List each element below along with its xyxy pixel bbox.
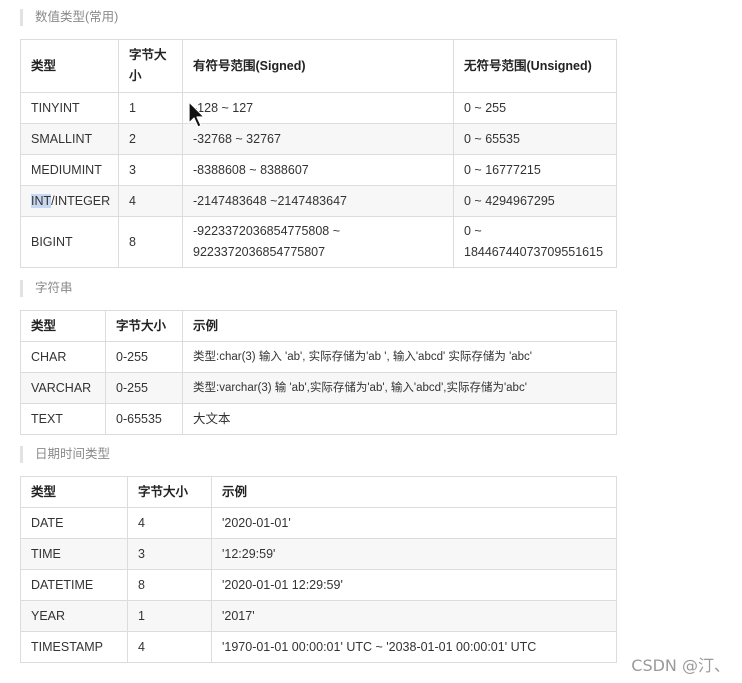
table-row: CHAR 0-255 类型:char(3) 输入 'ab', 实际存储为'ab …: [20, 341, 617, 373]
table-row: BIGINT 8 -9223372036854775808 ~922337203…: [20, 216, 617, 268]
header-bytes: 字节大小: [127, 476, 212, 508]
header-type: 类型: [20, 476, 128, 508]
table-header-row: 类型 字节大小 示例: [20, 310, 617, 342]
cell-bytes: 4: [118, 185, 183, 217]
cell-example: '2020-01-01': [211, 507, 617, 539]
cell-example: 大文本: [182, 403, 617, 435]
table-header-row: 类型 字节大小 示例: [20, 476, 617, 508]
section-title-datetime: 日期时间类型: [20, 446, 110, 463]
cell-example: 类型:char(3) 输入 'ab', 实际存储为'ab ', 输入'abcd'…: [182, 341, 617, 373]
cell-unsigned: 0 ~ 255: [453, 92, 617, 124]
datetime-types-table: 类型 字节大小 示例 DATE 4 '2020-01-01' TIME 3 '1…: [20, 476, 617, 663]
cell-signed: -9223372036854775808 ~922337203685477580…: [182, 216, 454, 268]
table-row: SMALLINT 2 -32768 ~ 32767 0 ~ 65535: [20, 123, 617, 155]
cell-bytes: 1: [118, 92, 183, 124]
cell-type: DATE: [20, 507, 128, 539]
cell-unsigned: 0 ~ 65535: [453, 123, 617, 155]
table-row: VARCHAR 0-255 类型:varchar(3) 输 'ab',实际存储为…: [20, 372, 617, 404]
cell-example: '2020-01-01 12:29:59': [211, 569, 617, 601]
cell-bytes: 4: [127, 631, 212, 663]
cell-example: '1970-01-01 00:00:01' UTC ~ '2038-01-01 …: [211, 631, 617, 663]
selected-text[interactable]: INT: [31, 193, 52, 208]
cell-type-int[interactable]: INT/INTEGER: [20, 185, 119, 217]
cell-bytes: 0-255: [105, 341, 183, 373]
cell-type: TINYINT: [20, 92, 119, 124]
table-header-row: 类型 字节大小 有符号范围(Signed) 无符号范围(Unsigned): [20, 39, 617, 93]
cell-type: BIGINT: [20, 216, 119, 268]
header-unsigned: 无符号范围(Unsigned): [453, 39, 617, 93]
cell-type: TIME: [20, 538, 128, 570]
header-type: 类型: [20, 39, 119, 93]
cell-bytes: 8: [127, 569, 212, 601]
cell-unsigned: 0 ~18446744073709551615: [453, 216, 617, 268]
cell-example: 类型:varchar(3) 输 'ab',实际存储为'ab', 输入'abcd'…: [182, 372, 617, 404]
cell-type: CHAR: [20, 341, 106, 373]
cell-example: '2017': [211, 600, 617, 632]
cell-type: DATETIME: [20, 569, 128, 601]
table-row: TEXT 0-65535 大文本: [20, 403, 617, 435]
cell-type: MEDIUMINT: [20, 154, 119, 186]
cell-bytes: 0-255: [105, 372, 183, 404]
header-example: 示例: [211, 476, 617, 508]
cell-bytes: 4: [127, 507, 212, 539]
numeric-types-table: 类型 字节大小 有符号范围(Signed) 无符号范围(Unsigned) TI…: [20, 39, 617, 268]
section-title-string: 字符串: [20, 280, 73, 297]
table-row: TIMESTAMP 4 '1970-01-01 00:00:01' UTC ~ …: [20, 631, 617, 663]
cell-type: TEXT: [20, 403, 106, 435]
cell-type: TIMESTAMP: [20, 631, 128, 663]
header-signed: 有符号范围(Signed): [182, 39, 454, 93]
cell-unsigned: 0 ~ 4294967295: [453, 185, 617, 217]
cell-type: VARCHAR: [20, 372, 106, 404]
section-title-numeric: 数值类型(常用): [20, 9, 118, 26]
table-row: MEDIUMINT 3 -8388608 ~ 8388607 0 ~ 16777…: [20, 154, 617, 186]
page: 数值类型(常用) 类型 字节大小 有符号范围(Signed) 无符号范围(Uns…: [0, 0, 742, 683]
table-row: TINYINT 1 -128 ~ 127 0 ~ 255: [20, 92, 617, 124]
cell-signed: -8388608 ~ 8388607: [182, 154, 454, 186]
header-example: 示例: [182, 310, 617, 342]
cell-bytes: 3: [118, 154, 183, 186]
cell-bytes: 3: [127, 538, 212, 570]
table-row: DATE 4 '2020-01-01': [20, 507, 617, 539]
cell-example: '12:29:59': [211, 538, 617, 570]
cell-type: YEAR: [20, 600, 128, 632]
cell-type: SMALLINT: [20, 123, 119, 155]
mouse-pointer-icon: [188, 101, 205, 128]
header-bytes: 字节大小: [118, 39, 183, 93]
cell-bytes: 1: [127, 600, 212, 632]
header-type: 类型: [20, 310, 106, 342]
header-bytes: 字节大小: [105, 310, 183, 342]
cell-signed: -128 ~ 127: [182, 92, 454, 124]
cell-bytes: 2: [118, 123, 183, 155]
string-types-table: 类型 字节大小 示例 CHAR 0-255 类型:char(3) 输入 'ab'…: [20, 310, 617, 435]
cell-unsigned: 0 ~ 16777215: [453, 154, 617, 186]
table-row: YEAR 1 '2017': [20, 600, 617, 632]
table-row: INT/INTEGER 4 -2147483648 ~2147483647 0 …: [20, 185, 617, 217]
cell-signed: -32768 ~ 32767: [182, 123, 454, 155]
cell-signed: -2147483648 ~2147483647: [182, 185, 454, 217]
watermark: CSDN @汀、: [631, 656, 730, 675]
table-row: DATETIME 8 '2020-01-01 12:29:59': [20, 569, 617, 601]
cell-bytes: 8: [118, 216, 183, 268]
table-row: TIME 3 '12:29:59': [20, 538, 617, 570]
cell-bytes: 0-65535: [105, 403, 183, 435]
